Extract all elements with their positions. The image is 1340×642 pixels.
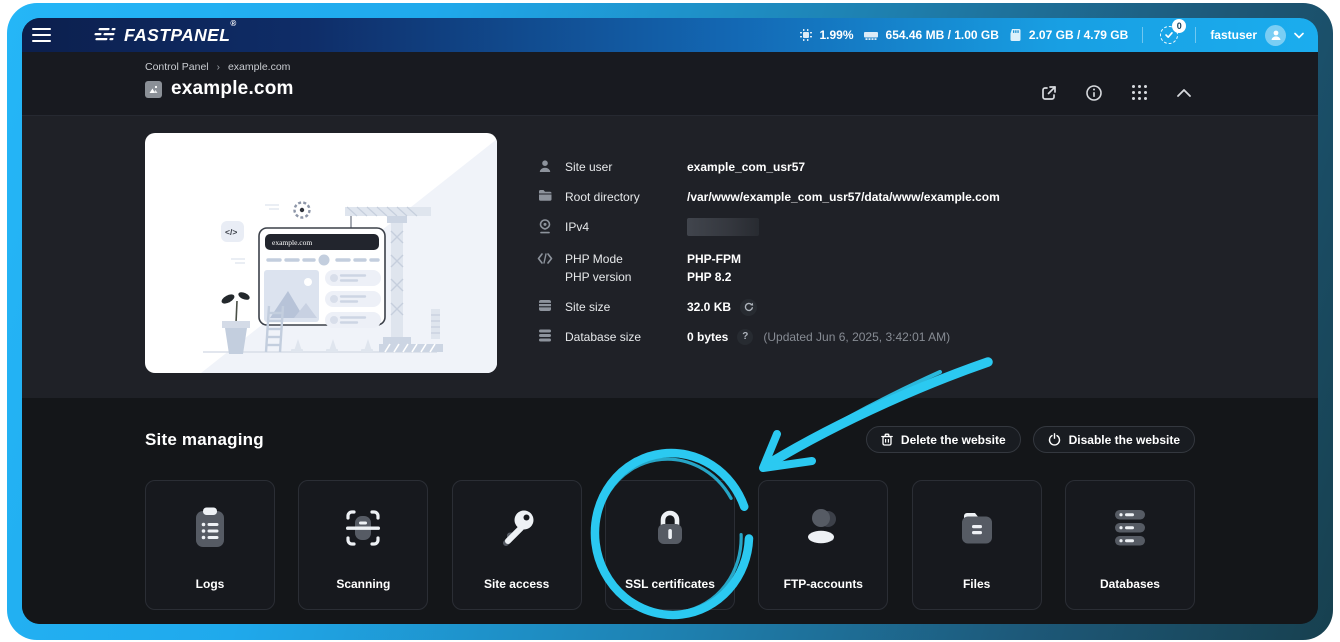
root-directory-value: /var/www/example_com_usr57/data/www/exam… — [687, 190, 1000, 204]
card-scanning[interactable]: Scanning — [298, 480, 429, 610]
site-user-value: example_com_usr57 — [687, 160, 806, 174]
card-logs[interactable]: Logs — [145, 480, 275, 610]
ladder-illustration — [264, 305, 285, 353]
info-icon — [1086, 84, 1102, 101]
card-files[interactable]: Files — [911, 480, 1042, 610]
app-window: FASTPANEL® 1.99% 654.46 MB / 1.00 GB 2.0… — [22, 18, 1318, 624]
avatar — [1265, 24, 1286, 46]
card-ssl-certificates[interactable]: SSL certificates — [604, 480, 735, 610]
disable-website-button[interactable]: Disable the website — [1032, 426, 1195, 453]
files-folder-icon — [954, 505, 1000, 556]
database-size-value: 0 bytes — [687, 330, 729, 344]
card-databases[interactable]: Databases — [1064, 480, 1195, 610]
delete-website-button[interactable]: Delete the website — [865, 426, 1021, 453]
site-info-list: Site user example_com_usr57 Root directo… — [537, 133, 1195, 358]
root-directory-row: Root directory /var/www/example_com_usr5… — [537, 188, 1195, 206]
site-size-row: Site size 32.0 KB — [537, 298, 1195, 316]
breadcrumb-current: example.com — [227, 61, 291, 73]
php-version-value: PHP 8.2 — [687, 270, 732, 284]
site-size-value: 32.0 KB — [687, 300, 732, 314]
key-icon — [494, 505, 540, 556]
username: fastuser — [1210, 28, 1257, 42]
users-icon — [800, 505, 846, 556]
code-icon — [537, 250, 553, 264]
ram-icon — [863, 32, 878, 40]
site-user-row: Site user example_com_usr57 — [537, 158, 1195, 176]
user-icon — [537, 158, 553, 173]
chevron-up-icon — [1177, 88, 1191, 97]
power-icon — [1048, 433, 1060, 446]
registered-mark: ® — [230, 18, 237, 28]
collapse-button[interactable] — [1173, 82, 1195, 104]
info-button[interactable] — [1083, 82, 1105, 104]
section-title: Site managing — [145, 429, 264, 449]
topbar-divider — [1142, 27, 1144, 43]
site-illustration: </> example.com — [145, 133, 497, 373]
folder-icon — [537, 188, 553, 202]
open-site-button[interactable] — [1038, 82, 1060, 104]
logs-icon — [187, 505, 233, 556]
site-managing-section: Site managing Delete the website Disable… — [22, 398, 1318, 624]
user-menu[interactable]: fastuser — [1210, 24, 1304, 46]
database-size-updated: (Updated Jun 6, 2025, 3:42:01 AM) — [763, 330, 951, 344]
php-row: PHP Mode PHP version PHP-FPM PHP 8.2 — [537, 250, 1195, 286]
apps-grid-button[interactable] — [1128, 82, 1150, 104]
disk-usage-stat: 2.07 GB / 4.79 GB — [1008, 28, 1128, 42]
svg-text:</>: </> — [225, 227, 237, 237]
breadcrumb-separator: › — [216, 61, 220, 73]
page-header: Control Panel › example.com example.com — [22, 52, 1318, 116]
site-image-icon — [145, 80, 162, 98]
external-link-icon — [1042, 85, 1056, 100]
ipv4-row: IPv4 — [537, 218, 1195, 236]
chevron-down-icon — [1294, 32, 1304, 38]
databases-icon — [1107, 505, 1153, 556]
database-size-row: Database size 0 bytes ? (Updated Jun 6, … — [537, 328, 1195, 346]
site-info-section: </> example.com Site user example_com_us… — [22, 116, 1318, 398]
fastpanel-logo-icon — [94, 28, 116, 41]
notifications-badge: 0 — [1172, 19, 1187, 33]
card-ftp-accounts[interactable]: FTP-accounts — [758, 480, 889, 610]
lock-icon — [647, 505, 693, 556]
cpu-usage-stat: 1.99% — [799, 28, 854, 42]
fastpanel-logo: FASTPANEL® — [92, 18, 237, 46]
storage-icon — [537, 298, 553, 312]
recalculate-size-button[interactable] — [740, 298, 758, 316]
ram-usage-stat: 654.46 MB / 1.00 GB — [863, 28, 999, 42]
database-icon — [537, 328, 553, 342]
logo-text: FASTPANEL® — [124, 18, 237, 45]
managing-cards: Logs Scanning Site access SSL certificat… — [145, 480, 1195, 610]
trash-icon — [881, 433, 893, 446]
card-site-access[interactable]: Site access — [451, 480, 582, 610]
php-mode-value: PHP-FPM — [687, 252, 741, 266]
location-icon — [537, 218, 553, 234]
help-icon[interactable]: ? — [737, 329, 754, 345]
topbar: FASTPANEL® 1.99% 654.46 MB / 1.00 GB 2.0… — [22, 18, 1318, 52]
breadcrumb-control-panel[interactable]: Control Panel — [145, 61, 209, 73]
breadcrumb: Control Panel › example.com — [145, 61, 294, 73]
disk-icon — [1010, 29, 1021, 41]
page-title: example.com — [171, 78, 294, 99]
ipv4-value-redacted — [687, 218, 759, 236]
svg-text:example.com: example.com — [272, 238, 312, 247]
refresh-icon — [744, 302, 753, 312]
scan-icon — [340, 505, 386, 556]
notifications-button[interactable]: 0 — [1157, 19, 1187, 47]
hamburger-menu-button[interactable] — [32, 24, 62, 46]
cpu-icon — [799, 29, 812, 41]
topbar-divider — [1195, 27, 1197, 43]
grid-icon — [1131, 85, 1147, 100]
